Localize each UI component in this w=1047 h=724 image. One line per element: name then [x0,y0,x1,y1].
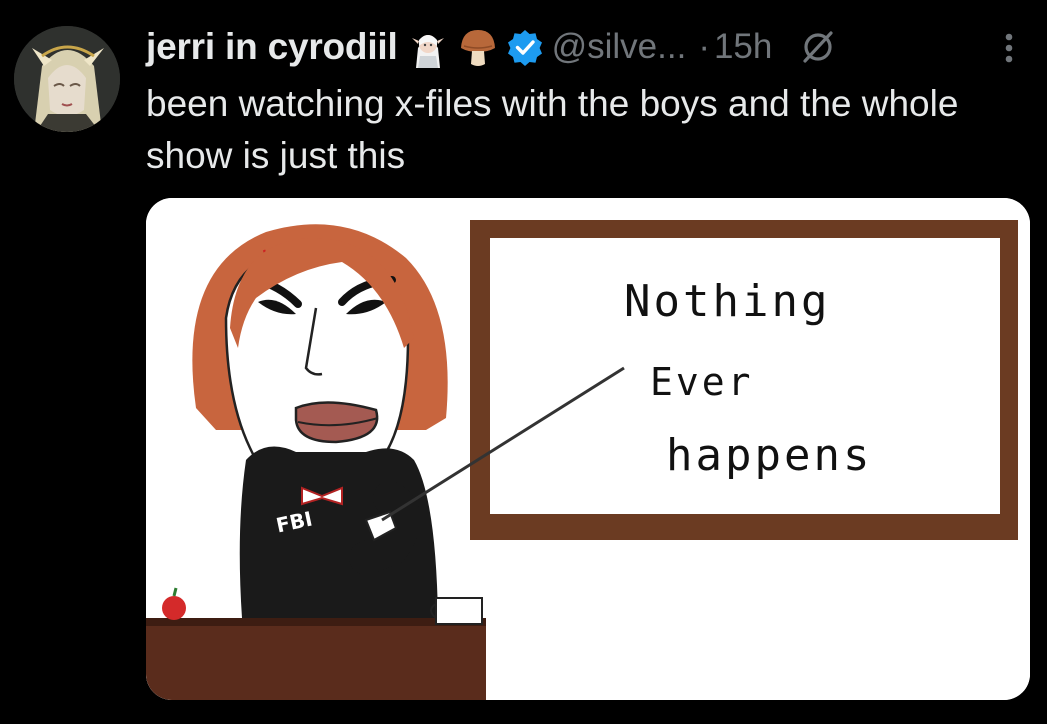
tweet-image[interactable]: Nothing Ever happens FBI [146,198,1030,700]
mushroom-emoji-icon [458,26,498,68]
timestamp[interactable]: 15h [714,27,772,67]
tweet[interactable]: jerri in cyrodiil @silve... · 15h been w… [0,0,1047,724]
tweet-text: been watching x-files with the boys and … [146,83,959,176]
elf-emoji-icon [408,26,448,68]
desk [146,622,486,700]
avatar[interactable] [14,26,120,132]
separator-dot: · [698,27,710,66]
display-name[interactable]: jerri in cyrodiil [146,26,398,68]
comic-drawing [146,198,1030,700]
tweet-header: jerri in cyrodiil @silve... · 15h [146,22,838,72]
mug [435,597,483,625]
user-handle[interactable]: @silve... [552,27,687,67]
verified-badge-icon[interactable] [506,28,544,66]
avatar-image [14,26,120,132]
apple [162,596,186,620]
no-entry-icon [798,27,838,67]
board-line-1: Nothing [624,276,831,327]
board-line-2: Ever [650,360,754,404]
more-options-icon[interactable] [994,28,1024,68]
board-line-3: happens [666,430,873,481]
